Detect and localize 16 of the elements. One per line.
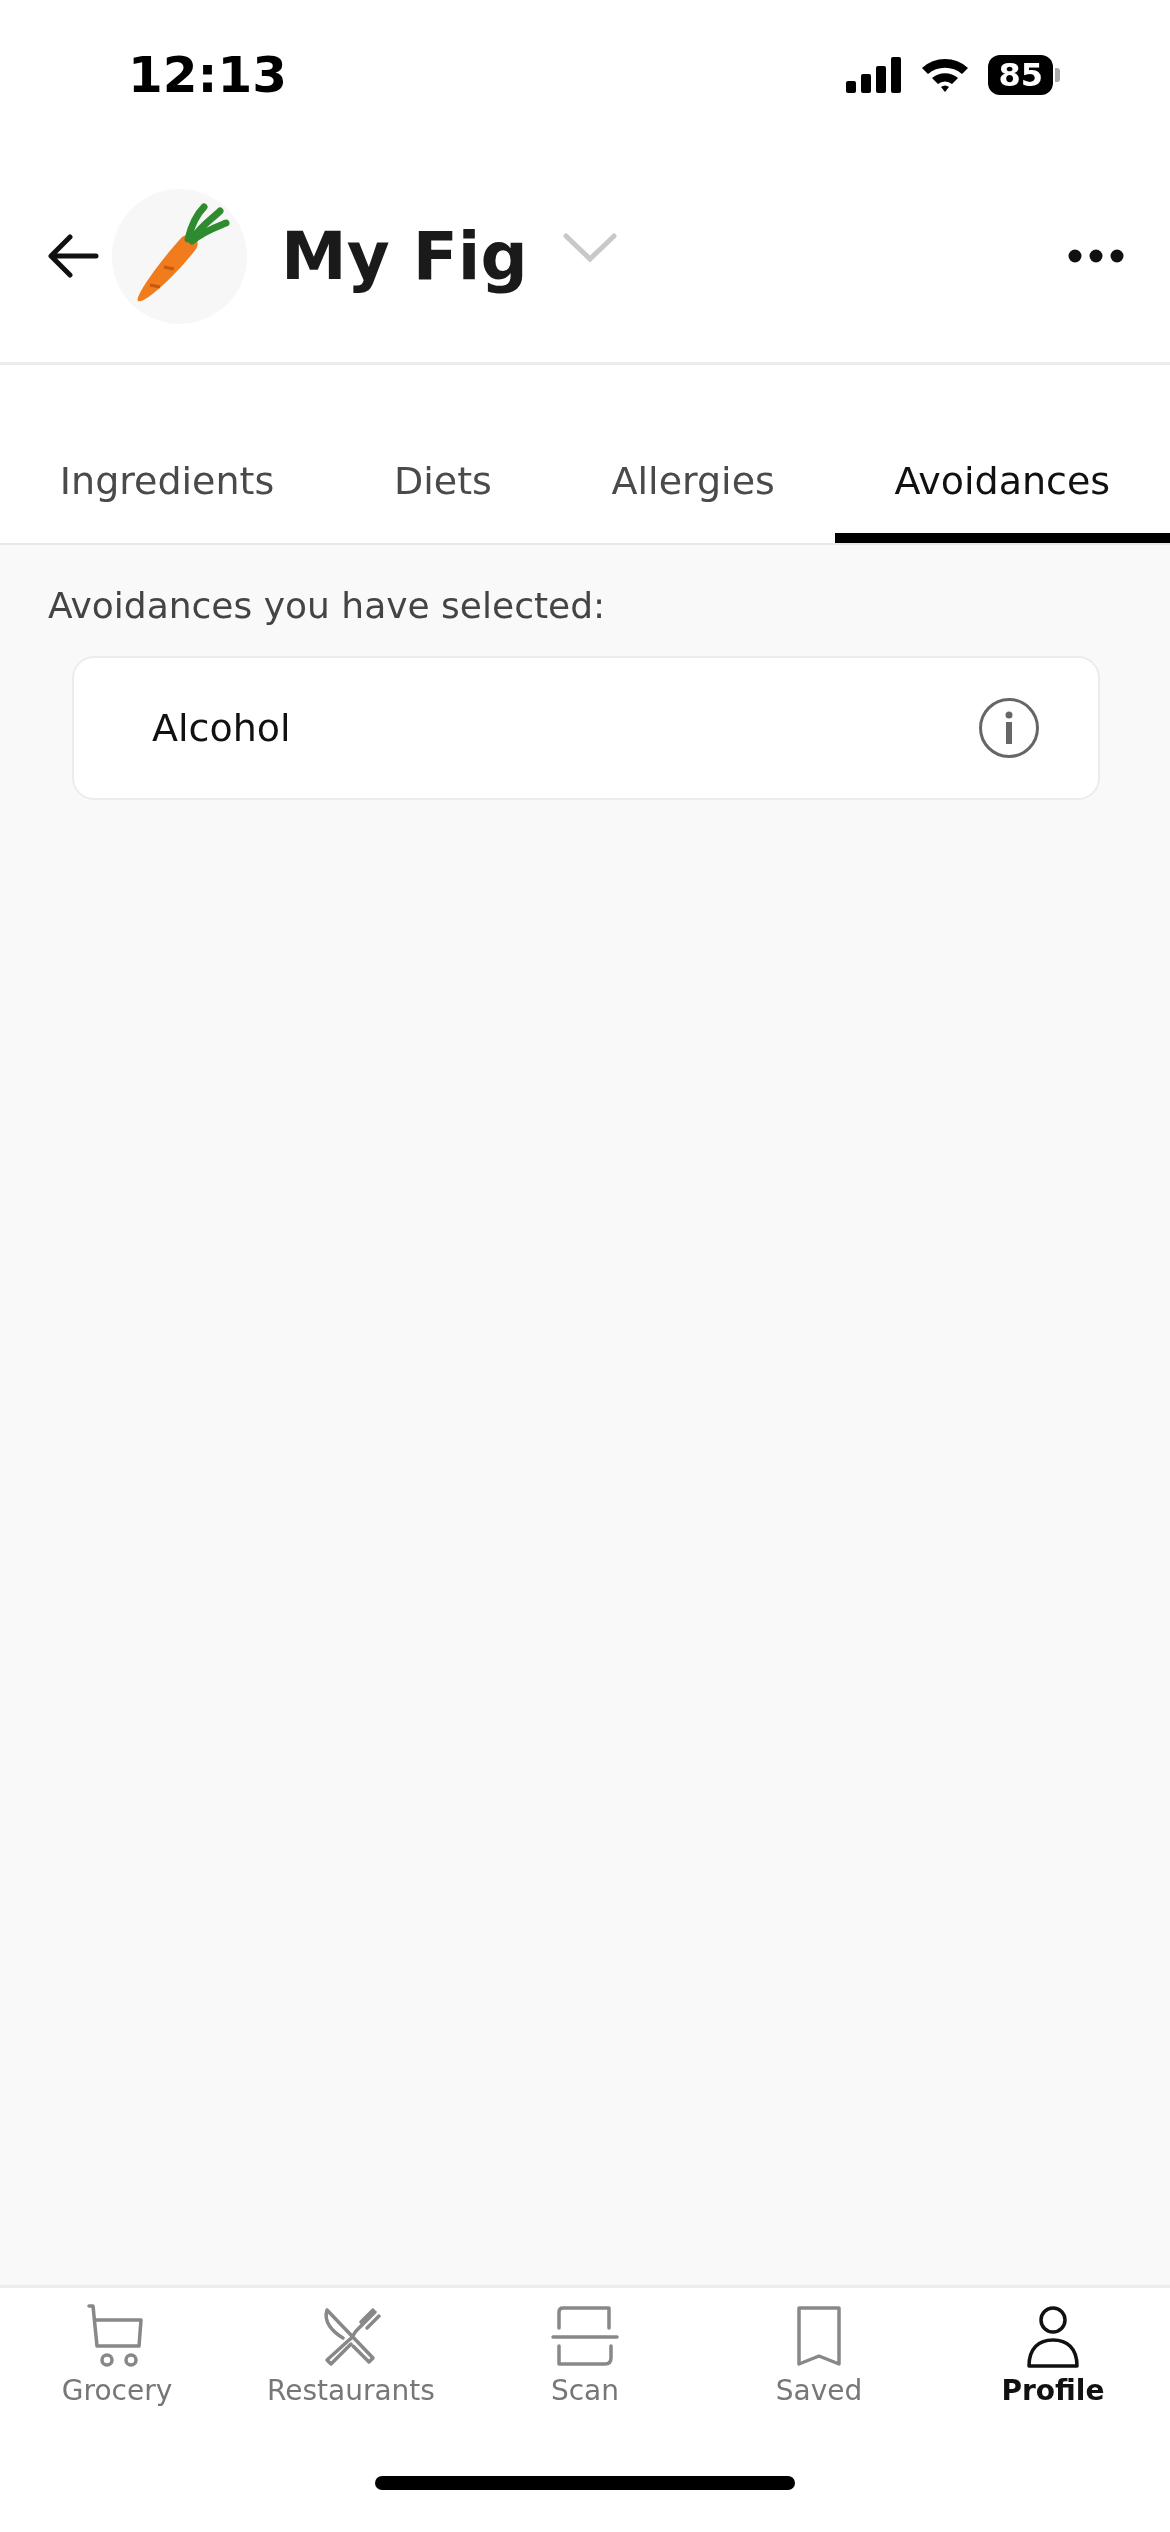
avoidance-label: Alcohol bbox=[152, 706, 291, 750]
tab[interactable]: Allergies bbox=[551, 459, 835, 543]
section-heading: Avoidances you have selected: bbox=[48, 585, 607, 626]
nav-tab[interactable]: Scan bbox=[468, 2302, 702, 2432]
nav-tab[interactable]: Restaurants bbox=[234, 2302, 468, 2432]
tab[interactable]: Ingredients bbox=[0, 459, 335, 543]
avoidance-card[interactable]: Alcohol bbox=[72, 656, 1100, 800]
nav-tab[interactable]: Saved bbox=[702, 2302, 936, 2432]
signal-icon bbox=[846, 57, 903, 93]
nav-tab[interactable]: Profile bbox=[936, 2302, 1170, 2432]
profile-title: My Fig bbox=[281, 217, 528, 295]
wifi-icon bbox=[920, 56, 971, 94]
nav-tab[interactable]: Grocery bbox=[0, 2302, 234, 2432]
info-icon[interactable] bbox=[978, 697, 1040, 759]
status-time: 12:13 bbox=[128, 46, 288, 104]
tab[interactable]: Diets bbox=[334, 459, 552, 543]
